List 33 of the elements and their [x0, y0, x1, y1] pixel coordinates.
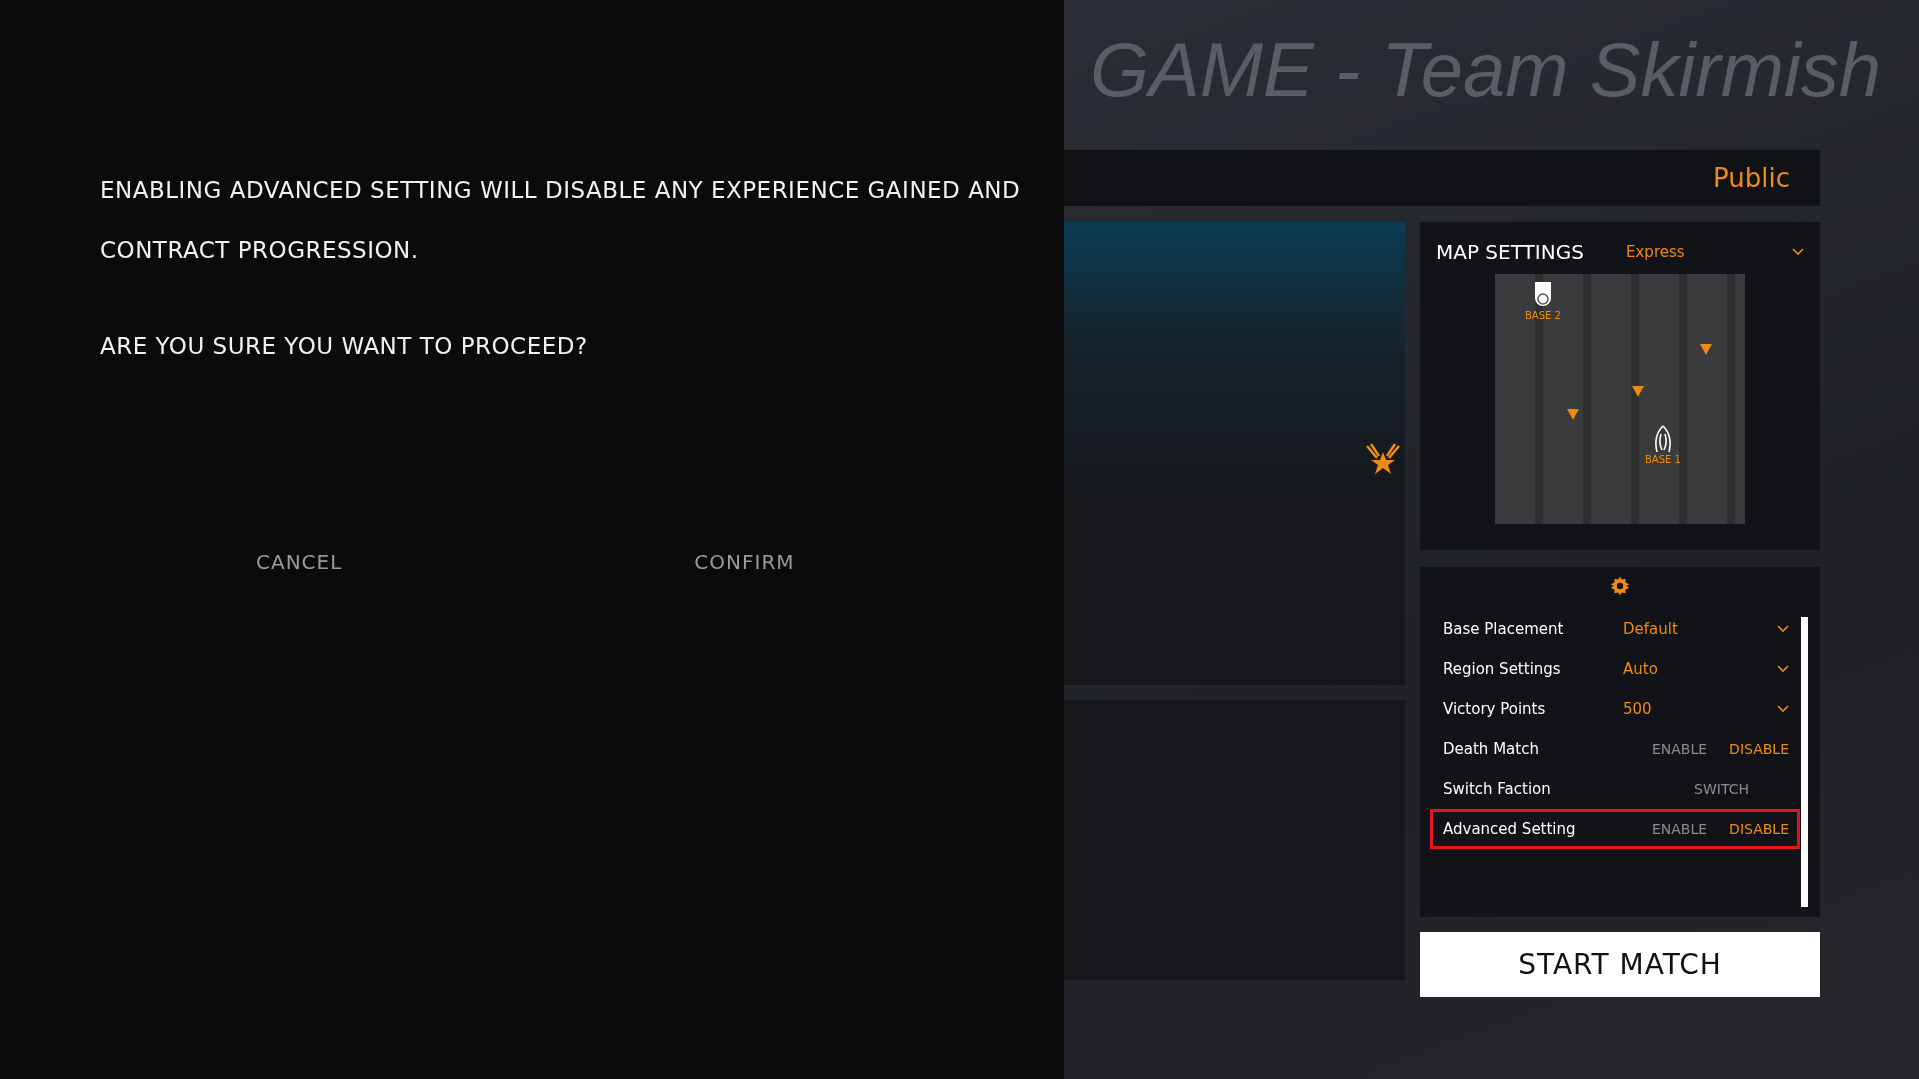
marker-icon	[1632, 386, 1644, 398]
start-match-button[interactable]: START MATCH	[1420, 932, 1820, 997]
base-label: BASE 2	[1525, 310, 1561, 321]
map-dropdown[interactable]: Express	[1626, 243, 1792, 261]
setting-label: Advanced Setting	[1443, 820, 1577, 838]
chevron-down-icon	[1777, 625, 1789, 633]
dialog-message: ARE YOU SURE YOU WANT TO PROCEED?	[100, 332, 589, 361]
scrollbar[interactable]	[1801, 617, 1808, 907]
toggle-option[interactable]: ENABLE	[1651, 821, 1708, 837]
visibility-label[interactable]: Public	[1713, 163, 1790, 193]
setting-dropdown[interactable]: Auto	[1623, 660, 1777, 678]
base-label: BASE 1	[1645, 454, 1681, 465]
settings-icon	[1609, 575, 1631, 597]
toggle-option[interactable]: ENABLE	[1651, 741, 1708, 757]
chevron-down-icon	[1792, 248, 1804, 256]
marker-icon	[1567, 409, 1579, 421]
setting-label: Death Match	[1443, 740, 1540, 758]
dialog-message: ENABLING ADVANCED SETTING WILL DISABLE ANY EXPERIENCE GAINED AND CONTRACT PROGRESSION.	[100, 176, 1022, 265]
setting-dropdown[interactable]: 500	[1623, 700, 1777, 718]
setting-label: Victory Points	[1443, 700, 1547, 718]
dialog-button[interactable]: CANCEL	[250, 546, 349, 578]
marker-icon	[1700, 344, 1712, 356]
map-settings-title: MAP SETTINGS	[1436, 240, 1585, 264]
dialog-button[interactable]: CONFIRM	[688, 546, 801, 578]
chevron-down-icon	[1777, 705, 1789, 713]
setting-label: Region Settings	[1443, 660, 1562, 678]
toggle-option[interactable]: DISABLE	[1729, 821, 1789, 837]
setting-label: Switch Faction	[1443, 780, 1552, 798]
setting-label: Base Placement	[1443, 620, 1565, 638]
chevron-down-icon	[1777, 665, 1789, 673]
setting-dropdown[interactable]: Default	[1623, 620, 1777, 638]
switch-button[interactable]: SWITCH	[1694, 781, 1749, 797]
toggle-option[interactable]: DISABLE	[1729, 741, 1789, 757]
